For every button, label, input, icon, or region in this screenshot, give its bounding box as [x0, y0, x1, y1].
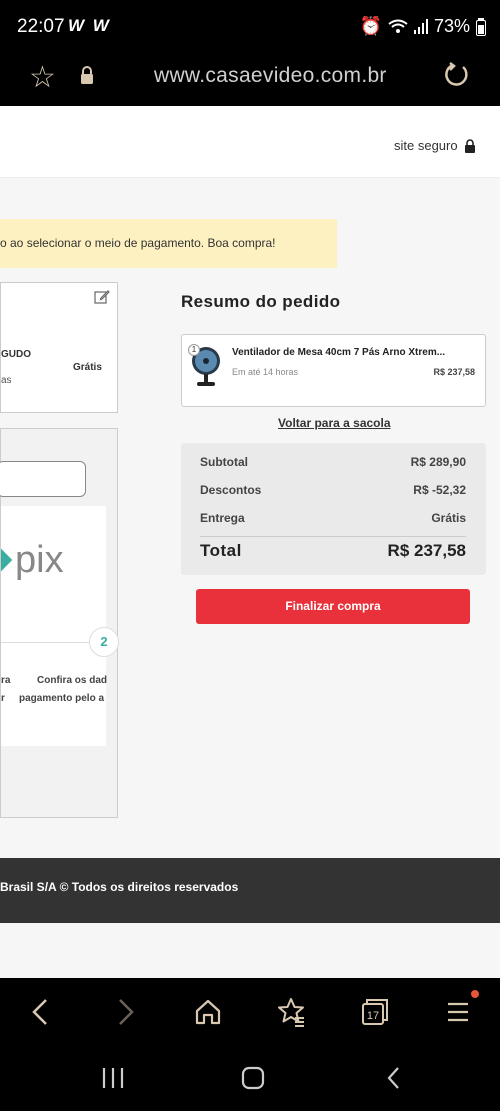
pix-logo: pix — [1, 539, 64, 581]
browser-url-bar: ☆ www.casaevideo.com.br — [0, 52, 500, 106]
url-text[interactable]: www.casaevideo.com.br — [154, 64, 387, 88]
tabs-count: 17 — [367, 1010, 379, 1022]
shipping-method: GUDO — [1, 349, 31, 360]
checkout-button[interactable]: Finalizar compra — [196, 589, 470, 624]
back-to-cart-link[interactable]: Voltar para a sacola — [278, 416, 391, 430]
browser-toolbar: 17 — [0, 978, 500, 1046]
subtotal-value: R$ 289,90 — [410, 455, 466, 469]
system-nav-bar — [0, 1046, 500, 1111]
alarm-icon: ⏰ — [359, 16, 382, 36]
totals-divider — [200, 536, 466, 537]
pix-panel: pix 2 ra r Confira os dad pagamento pelo… — [1, 506, 119, 746]
status-time: 22:07 — [17, 16, 65, 37]
page-content: site seguro o ao selecionar o meio de pa… — [0, 106, 500, 978]
totals-box: Subtotal R$ 289,90 Descontos R$ -52,32 E… — [181, 443, 486, 575]
discount-label: Descontos — [200, 483, 262, 497]
tabs-icon[interactable]: 17 — [355, 992, 395, 1032]
step2-text-2: pagamento pelo a — [19, 693, 105, 704]
product-item[interactable]: 1 Ventilador de Mesa 40cm 7 Pás Arno Xtr… — [181, 334, 486, 407]
product-delivery: Em até 14 horas — [232, 367, 299, 377]
secure-label: site seguro — [394, 138, 458, 153]
status-bar: 22:07 W W ⏰ 73% — [0, 0, 500, 52]
product-name: Ventilador de Mesa 40cm 7 Pás Arno Xtrem… — [232, 347, 446, 358]
step2-text: Confira os dad — [37, 675, 108, 686]
subtotal-label: Subtotal — [200, 455, 248, 469]
summary-title: Resumo do pedido — [181, 292, 341, 311]
pix-logo-text: pix — [15, 539, 64, 581]
home-icon[interactable] — [188, 992, 228, 1032]
reload-icon[interactable] — [443, 62, 469, 88]
shipping-card: GUDO Grátis as — [0, 282, 118, 413]
shipping-sub: as — [1, 375, 12, 386]
nav-back-icon[interactable] — [382, 1066, 408, 1090]
site-header: site seguro — [0, 108, 500, 178]
step1-text: ra — [1, 675, 11, 686]
quantity-badge: 1 — [188, 344, 200, 356]
home-button-icon[interactable] — [240, 1066, 266, 1090]
payment-card: pix 2 ra r Confira os dad pagamento pelo… — [0, 428, 119, 818]
secure-indicator: site seguro — [394, 138, 476, 153]
steps-connector — [1, 642, 89, 643]
delivery-value: Grátis — [431, 511, 466, 525]
recent-apps-icon[interactable] — [100, 1066, 126, 1090]
battery-icon — [476, 17, 486, 36]
wifi-icon — [388, 19, 408, 33]
discount-value: R$ -52,32 — [413, 483, 466, 497]
shipping-price: Grátis — [73, 362, 102, 373]
total-label: Total — [200, 541, 242, 560]
menu-icon[interactable] — [438, 992, 478, 1032]
forward-arrow-icon[interactable] — [105, 992, 145, 1032]
total-value: R$ 237,58 — [387, 541, 466, 560]
footer-copyright: Brasil S/A © Todos os direitos reservado… — [0, 880, 239, 894]
lock-icon[interactable] — [80, 66, 94, 84]
edit-icon[interactable] — [94, 289, 110, 305]
step-number-badge: 2 — [89, 627, 119, 657]
delivery-label: Entrega — [200, 511, 245, 525]
menu-notification-dot — [471, 990, 479, 998]
notification-icons: W W — [68, 16, 111, 35]
bookmark-star-icon[interactable]: ☆ — [29, 60, 56, 95]
payment-notice: o ao selecionar o meio de pagamento. Boa… — [0, 219, 337, 268]
site-footer: Brasil S/A © Todos os direitos reservado… — [0, 858, 500, 923]
product-price: R$ 237,58 — [433, 367, 475, 377]
payment-field[interactable] — [0, 461, 86, 497]
padlock-icon — [464, 138, 475, 153]
back-arrow-icon[interactable] — [21, 992, 61, 1032]
bookmarks-icon[interactable] — [271, 992, 311, 1032]
notice-text: o ao selecionar o meio de pagamento. Boa… — [0, 236, 276, 250]
step1-text-2: r — [1, 693, 5, 704]
battery-percent: 73% — [433, 16, 470, 36]
signal-icon — [413, 18, 428, 34]
status-right: ⏰ 73% — [360, 16, 486, 37]
